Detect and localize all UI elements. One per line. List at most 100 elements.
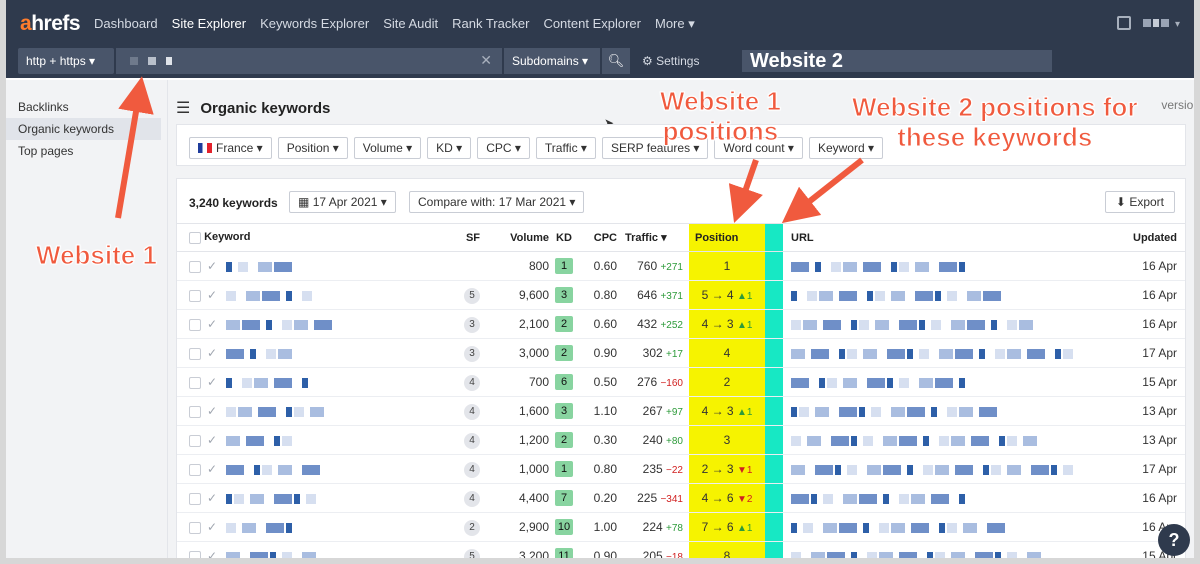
search-button[interactable]: 🔍︎ bbox=[602, 48, 630, 74]
mode-select[interactable]: Subdomains ▾ bbox=[504, 48, 600, 74]
keyword-cell[interactable]: ✓ bbox=[177, 367, 442, 397]
keyword-blurred[interactable] bbox=[226, 549, 317, 558]
url-blurred[interactable] bbox=[791, 259, 965, 273]
sf-badge[interactable]: 3 bbox=[464, 345, 480, 362]
nav-dashboard[interactable]: Dashboard bbox=[94, 16, 158, 32]
col-sf[interactable]: SF bbox=[442, 223, 492, 252]
sf-badge[interactable]: 4 bbox=[464, 374, 480, 391]
compare-select[interactable]: Compare with: 17 Mar 2021 ▾ bbox=[409, 191, 585, 213]
table-row[interactable]: ✓ 4 1,000 1 0.80 235 −22 2 → 3 ▼1 17 Apr bbox=[177, 454, 1185, 484]
date-select[interactable]: ▦ 17 Apr 2021 ▾ bbox=[289, 191, 396, 213]
url-blurred[interactable] bbox=[791, 433, 1037, 447]
sidebar-item-backlinks[interactable]: Backlinks bbox=[6, 96, 167, 118]
row-checkbox[interactable] bbox=[189, 318, 201, 331]
protocol-select[interactable]: http + https ▾ bbox=[18, 48, 114, 74]
table-row[interactable]: ✓ 5 3,200 11 0.90 205 −18 8 15 Apr bbox=[177, 541, 1185, 558]
row-checkbox[interactable] bbox=[189, 434, 201, 447]
row-checkbox[interactable] bbox=[189, 492, 201, 505]
row-checkbox[interactable] bbox=[189, 521, 201, 534]
sidebar-item-organic-keywords[interactable]: Organic keywords bbox=[6, 118, 161, 140]
export-button[interactable]: ⬇ Export bbox=[1104, 191, 1175, 213]
nav-more[interactable]: More ▾ bbox=[655, 16, 695, 32]
keyword-blurred[interactable] bbox=[226, 433, 293, 447]
table-row[interactable]: ✓ 800 1 0.60 760 +271 1 16 Apr bbox=[177, 251, 1185, 281]
clear-icon[interactable]: ✕ bbox=[480, 52, 492, 69]
nav-rank-tracker[interactable]: Rank Tracker bbox=[452, 16, 529, 32]
url-blurred[interactable] bbox=[791, 346, 1073, 360]
filter-kd[interactable]: KD ▾ bbox=[427, 137, 472, 159]
col-updated[interactable]: Updated bbox=[1117, 223, 1185, 252]
url-blurred[interactable] bbox=[791, 549, 1041, 558]
row-checkbox[interactable] bbox=[189, 463, 201, 476]
url-cell[interactable] bbox=[783, 309, 1117, 339]
help-button[interactable]: ? bbox=[1158, 524, 1190, 556]
table-row[interactable]: ✓ 3 2,100 2 0.60 432 +252 4 → 3 ▲1 16 Apr bbox=[177, 309, 1185, 339]
url-cell[interactable] bbox=[783, 512, 1117, 542]
url-blurred[interactable] bbox=[791, 375, 965, 389]
menu-icon[interactable]: ☰ bbox=[176, 98, 190, 118]
sidebar-item-top-pages[interactable]: Top pages bbox=[6, 140, 167, 162]
sf-badge[interactable]: 3 bbox=[464, 316, 480, 333]
url-blurred[interactable] bbox=[791, 462, 1073, 476]
nav-keywords-explorer[interactable]: Keywords Explorer bbox=[260, 16, 369, 32]
sf-badge[interactable]: 4 bbox=[464, 461, 480, 478]
url-cell[interactable] bbox=[783, 367, 1117, 397]
table-row[interactable]: ✓ 3 3,000 2 0.90 302 +17 4 17 Apr bbox=[177, 338, 1185, 368]
filter-volume[interactable]: Volume ▾ bbox=[353, 137, 422, 159]
sf-badge[interactable]: 4 bbox=[464, 403, 480, 420]
col-keyword[interactable]: Keyword bbox=[177, 223, 442, 252]
table-row[interactable]: ✓ 4 4,400 7 0.20 225 −341 4 → 6 ▼2 16 Apr bbox=[177, 483, 1185, 513]
row-checkbox[interactable] bbox=[189, 289, 201, 302]
url-cell[interactable] bbox=[783, 396, 1117, 426]
col-traffic[interactable]: Traffic ▾ bbox=[617, 223, 689, 252]
col-volume[interactable]: Volume bbox=[492, 223, 549, 252]
sf-badge[interactable]: 4 bbox=[464, 432, 480, 449]
keyword-blurred[interactable] bbox=[226, 259, 293, 273]
keyword-blurred[interactable] bbox=[226, 520, 293, 534]
keyword-cell[interactable]: ✓ bbox=[177, 425, 442, 455]
col-cpc[interactable]: CPC bbox=[579, 223, 617, 252]
filter-country[interactable]: France ▾ bbox=[189, 137, 272, 159]
filter-position[interactable]: Position ▾ bbox=[277, 137, 348, 159]
table-row[interactable]: ✓ 4 700 6 0.50 276 −160 2 15 Apr bbox=[177, 367, 1185, 397]
url-blurred[interactable] bbox=[791, 317, 1033, 331]
col-url[interactable]: URL bbox=[783, 223, 1117, 252]
url-cell[interactable] bbox=[783, 251, 1117, 281]
ahrefs-logo[interactable]: ahrefs bbox=[20, 12, 81, 36]
keyword-cell[interactable]: ✓ bbox=[177, 280, 442, 310]
url-cell[interactable] bbox=[783, 454, 1117, 484]
sf-badge[interactable]: 4 bbox=[464, 490, 480, 507]
row-checkbox[interactable] bbox=[189, 550, 201, 558]
row-checkbox[interactable] bbox=[189, 376, 201, 389]
url-cell[interactable] bbox=[783, 425, 1117, 455]
nav-site-explorer[interactable]: Site Explorer bbox=[172, 16, 246, 32]
notifications-icon[interactable] bbox=[1116, 16, 1131, 30]
keyword-cell[interactable]: ✓ bbox=[177, 483, 442, 513]
sf-badge[interactable]: 2 bbox=[464, 519, 480, 536]
url-cell[interactable] bbox=[783, 338, 1117, 368]
account-menu[interactable]: ▾ bbox=[1142, 14, 1180, 32]
row-checkbox[interactable] bbox=[189, 405, 201, 418]
version-link[interactable]: version bbox=[1161, 98, 1194, 112]
keyword-blurred[interactable] bbox=[226, 491, 317, 505]
url-blurred[interactable] bbox=[791, 288, 1001, 302]
keyword-blurred[interactable] bbox=[226, 404, 325, 418]
row-checkbox[interactable] bbox=[189, 347, 201, 360]
url-blurred[interactable] bbox=[791, 520, 1005, 534]
keyword-blurred[interactable] bbox=[226, 317, 333, 331]
table-row[interactable]: ✓ 2 2,900 10 1.00 224 +78 7 → 6 ▲1 16 Apr bbox=[177, 512, 1185, 542]
url-blurred[interactable] bbox=[791, 404, 997, 418]
table-row[interactable]: ✓ 4 1,600 3 1.10 267 +97 4 → 3 ▲1 13 Apr bbox=[177, 396, 1185, 426]
filter-traffic[interactable]: Traffic ▾ bbox=[535, 137, 596, 159]
keyword-cell[interactable]: ✓ bbox=[177, 396, 442, 426]
select-all-checkbox[interactable] bbox=[189, 231, 201, 244]
table-row[interactable]: ✓ 4 1,200 2 0.30 240 +80 3 13 Apr bbox=[177, 425, 1185, 455]
filter-cpc[interactable]: CPC ▾ bbox=[477, 137, 530, 159]
nav-site-audit[interactable]: Site Audit bbox=[383, 16, 438, 32]
keyword-cell[interactable]: ✓ bbox=[177, 541, 442, 558]
keyword-blurred[interactable] bbox=[226, 462, 321, 476]
url-cell[interactable] bbox=[783, 280, 1117, 310]
sf-badge[interactable]: 5 bbox=[464, 548, 480, 558]
sf-badge[interactable]: 5 bbox=[464, 287, 480, 304]
url-blurred[interactable] bbox=[791, 491, 965, 505]
